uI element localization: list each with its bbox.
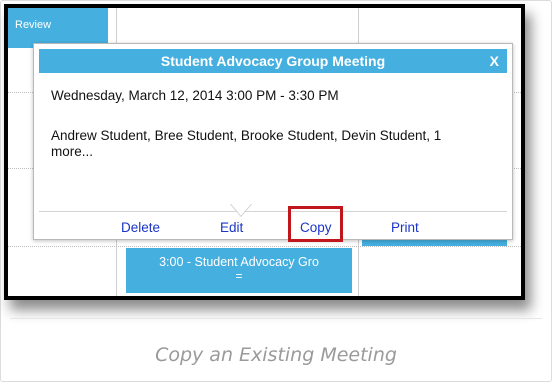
calendar-screenshot: Review = 3:00 - Student Advocacy Gro = S… [4, 4, 525, 300]
delete-button[interactable]: Delete [121, 220, 160, 235]
close-button[interactable]: X [490, 49, 499, 73]
image-caption: Copy an Existing Meeting [155, 344, 397, 366]
calendar-event-review-label: Review [15, 19, 52, 31]
print-button[interactable]: Print [391, 220, 419, 235]
page: Review = 3:00 - Student Advocacy Gro = S… [0, 0, 558, 386]
meeting-datetime: Wednesday, March 12, 2014 3:00 PM - 3:30… [51, 88, 339, 103]
calendar-event-review[interactable]: Review [8, 8, 108, 48]
grid-row-line [8, 246, 521, 247]
edit-button[interactable]: Edit [220, 220, 243, 235]
popup-divider [39, 211, 507, 212]
popup-header: Student Advocacy Group Meeting X [39, 49, 507, 73]
calendar-event-student-advocacy[interactable]: 3:00 - Student Advocacy Gro = [126, 248, 352, 293]
popup-pointer [231, 204, 251, 216]
popup-title: Student Advocacy Group Meeting [160, 53, 386, 69]
calendar-event-label: 3:00 - Student Advocacy Gro [159, 255, 319, 269]
meeting-popup: Student Advocacy Group Meeting X Wednesd… [33, 43, 513, 242]
copy-highlight-box [288, 206, 343, 242]
meeting-attendees: Andrew Student, Bree Student, Brooke Stu… [51, 128, 442, 159]
resize-handle[interactable]: = [126, 270, 352, 282]
caption-divider [10, 318, 542, 319]
